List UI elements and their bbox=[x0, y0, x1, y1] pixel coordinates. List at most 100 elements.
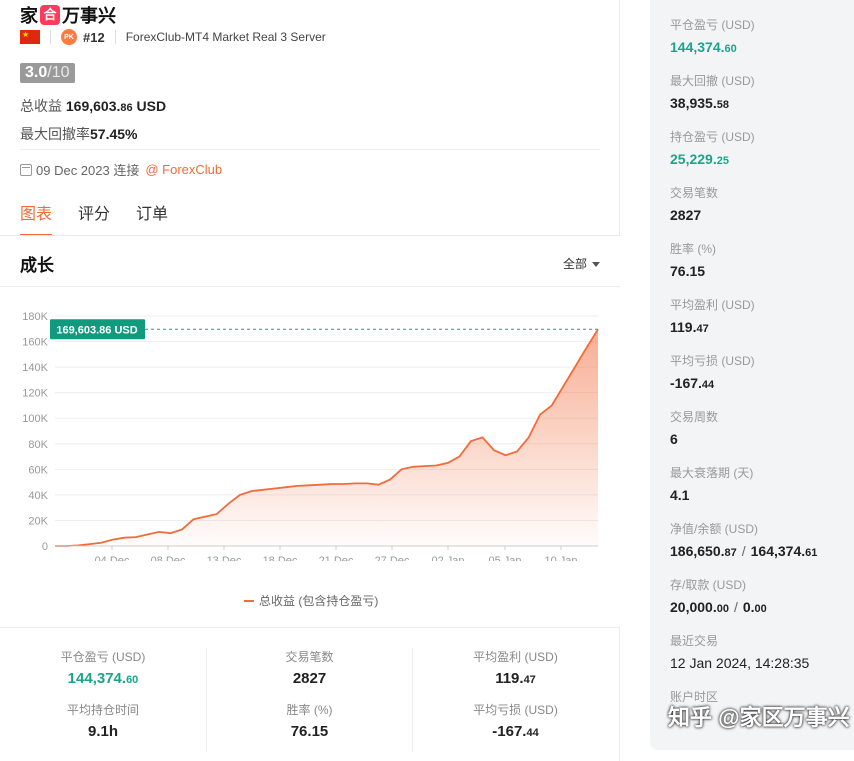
x-tick-label: 10 Jan bbox=[544, 555, 577, 561]
sidebar-sep: / bbox=[733, 599, 738, 615]
sidebar-item-weeks: 交易周数 6 bbox=[670, 408, 718, 447]
sidebar-label: 平均盈利 (USD) bbox=[670, 298, 755, 312]
chart-title: 成长 bbox=[20, 256, 54, 275]
server-name: ForexClub-MT4 Market Real 3 Server bbox=[125, 30, 326, 44]
pk-icon[interactable]: PK bbox=[61, 29, 77, 45]
total-profit-label: 总收益 bbox=[20, 98, 62, 114]
account-meta: PK #12 ForexClub-MT4 Market Real 3 Serve… bbox=[20, 29, 326, 45]
sidebar-value: 76.15 bbox=[670, 263, 716, 279]
x-tick-label: 13 Dec bbox=[207, 555, 242, 561]
stat-main: 9.1h bbox=[87, 723, 118, 740]
stats-column-1: 平仓盈亏 (USD) 144,374.60 平均持仓时间 9.1h bbox=[0, 648, 206, 754]
sidebar-value: -167.44 bbox=[670, 375, 755, 391]
sidebar-value: 12 Jan 2024, 14:28:35 bbox=[670, 655, 809, 671]
stat-item: 胜率 (%) 76.15 bbox=[207, 701, 412, 740]
connect-row: 09 Dec 2023 连接 @ ForexClub bbox=[20, 160, 222, 179]
sidebar-label: 胜率 (%) bbox=[670, 242, 716, 256]
stat-value: -167.44 bbox=[413, 723, 618, 740]
sidebar-main: 119. bbox=[670, 319, 697, 335]
y-tick-label: 100K bbox=[22, 413, 48, 425]
stat-value: 144,374.60 bbox=[0, 670, 206, 687]
stat-label: 交易笔数 bbox=[285, 650, 334, 664]
sidebar-item-avg-loss: 平均亏损 (USD) -167.44 bbox=[670, 352, 755, 391]
y-tick-label: 40K bbox=[28, 490, 48, 502]
sidebar-value: 144,374.60 bbox=[670, 39, 755, 55]
broker-link[interactable]: @ ForexClub bbox=[145, 162, 222, 177]
stat-main: 76.15 bbox=[290, 723, 329, 740]
score-badge: 3.0/10 bbox=[20, 63, 75, 83]
stats-bar: 平仓盈亏 (USD) 144,374.60 平均持仓时间 9.1h 交易笔数 2… bbox=[0, 627, 620, 761]
sidebar-label: 平均亏损 (USD) bbox=[670, 354, 755, 368]
tab-bar: 图表 评分 订单 bbox=[20, 200, 194, 236]
sidebar-main: 186,650. bbox=[670, 543, 725, 559]
sidebar-label: 交易笔数 bbox=[670, 186, 719, 200]
stat-label: 平仓盈亏 (USD) bbox=[60, 650, 146, 664]
sidebar-value: 38,935.58 bbox=[670, 95, 755, 111]
sidebar-item-win-rate: 胜率 (%) 76.15 bbox=[670, 240, 716, 279]
x-tick-label: 08 Dec bbox=[151, 555, 186, 561]
sidebar-dec: 47 bbox=[696, 323, 709, 335]
y-tick-label: 120K bbox=[22, 388, 48, 400]
x-tick-label: 04 Dec bbox=[95, 555, 130, 561]
sidebar-item-open-pnl: 持仓盈亏 (USD) 25,229.25 bbox=[670, 128, 755, 167]
sidebar-main: 25,229. bbox=[670, 151, 717, 167]
stats-column-2: 交易笔数 2827 胜率 (%) 76.15 bbox=[206, 648, 412, 752]
stat-item: 平均亏损 (USD) -167.44 bbox=[413, 701, 618, 740]
sidebar-dec2: 61 bbox=[805, 547, 818, 559]
title-part1: 家 bbox=[20, 6, 38, 26]
chart-divider bbox=[0, 286, 620, 287]
sidebar-label: 最大衰落期 (天) bbox=[670, 466, 754, 480]
sidebar-main2: 0. bbox=[742, 599, 755, 615]
x-tick-label: 21 Dec bbox=[319, 555, 354, 561]
sidebar-dec: 87 bbox=[724, 547, 737, 559]
tab-orders[interactable]: 订单 bbox=[136, 200, 168, 236]
sidebar-main: 2827 bbox=[670, 207, 702, 223]
sidebar-label: 最近交易 bbox=[670, 634, 719, 648]
sidebar-main: 144,374. bbox=[670, 39, 725, 55]
stat-main: 144,374. bbox=[67, 670, 127, 687]
y-tick-label: 140K bbox=[22, 362, 48, 374]
sidebar-main: 20,000. bbox=[670, 599, 717, 615]
growth-chart: 0 20K 40K 60K 80K 100K 120K 140K 160K 180K 04 Dec 0… bbox=[22, 311, 599, 561]
total-profit-unit: USD bbox=[136, 98, 167, 114]
score-value: 3.0 bbox=[25, 64, 48, 81]
stat-label: 平均持仓时间 bbox=[66, 703, 139, 717]
sidebar-dec: 60 bbox=[724, 43, 737, 55]
stat-item: 平仓盈亏 (USD) 144,374.60 bbox=[0, 648, 206, 687]
sidebar-item-max-decline: 最大衰落期 (天) 4.1 bbox=[670, 464, 753, 503]
sidebar-item-deposit-withdraw: 存/取款 (USD) 20,000.00/0.00 bbox=[670, 576, 767, 615]
y-tick-label: 60K bbox=[28, 464, 48, 476]
legend-swatch bbox=[244, 599, 254, 602]
stats-column-3: 平均盈利 (USD) 119.47 平均亏损 (USD) -167.44 bbox=[412, 648, 618, 752]
max-drawdown-label: 最大回撤率 bbox=[20, 126, 90, 142]
stat-value: 2827 bbox=[207, 670, 412, 687]
divider bbox=[50, 30, 51, 44]
max-drawdown-value: 57.45% bbox=[90, 126, 138, 142]
max-drawdown-row: 最大回撤率57.45% bbox=[20, 124, 137, 144]
sidebar-value: 4.1 bbox=[670, 487, 753, 503]
sidebar-item-trades: 交易笔数 2827 bbox=[670, 184, 718, 223]
sidebar-main: 76.15 bbox=[670, 263, 706, 279]
x-tick-label: 27 Dec bbox=[375, 555, 410, 561]
sidebar-item-avg-profit: 平均盈利 (USD) 119.47 bbox=[670, 296, 755, 335]
sidebar-label: 交易周数 bbox=[670, 410, 719, 424]
x-tick-label: 02 Jan bbox=[431, 555, 464, 561]
stat-label: 胜率 (%) bbox=[286, 703, 333, 717]
sidebar-main: -167. bbox=[670, 375, 702, 391]
sidebar-main: 6 bbox=[670, 431, 678, 447]
sidebar-dec: 58 bbox=[716, 99, 729, 111]
sidebar-label: 平仓盈亏 (USD) bbox=[670, 18, 755, 32]
stat-label: 平均亏损 (USD) bbox=[473, 703, 558, 717]
tab-rating[interactable]: 评分 bbox=[78, 200, 110, 236]
sidebar-value: 2827 bbox=[670, 207, 718, 223]
stat-dec: 60 bbox=[126, 674, 139, 686]
growth-chart-card: 成长 全部 0 20K 40K 60K 80K 100K 120K 140K 160K 180K 0… bbox=[0, 236, 620, 626]
stats-sidebar: 平仓盈亏 (USD) 144,374.60 最大回撤 (USD) 38,935.… bbox=[650, 0, 854, 750]
growth-area bbox=[55, 329, 598, 546]
tab-chart[interactable]: 图表 bbox=[20, 200, 53, 236]
range-select[interactable]: 全部 bbox=[563, 255, 600, 272]
main-panel: 家 合 万事兴 PK #12 ForexClub-MT4 Market Real… bbox=[0, 0, 620, 761]
sidebar-main: 38,935. bbox=[670, 95, 717, 111]
divider bbox=[20, 149, 600, 150]
stat-item: 平均盈利 (USD) 119.47 bbox=[413, 648, 618, 687]
